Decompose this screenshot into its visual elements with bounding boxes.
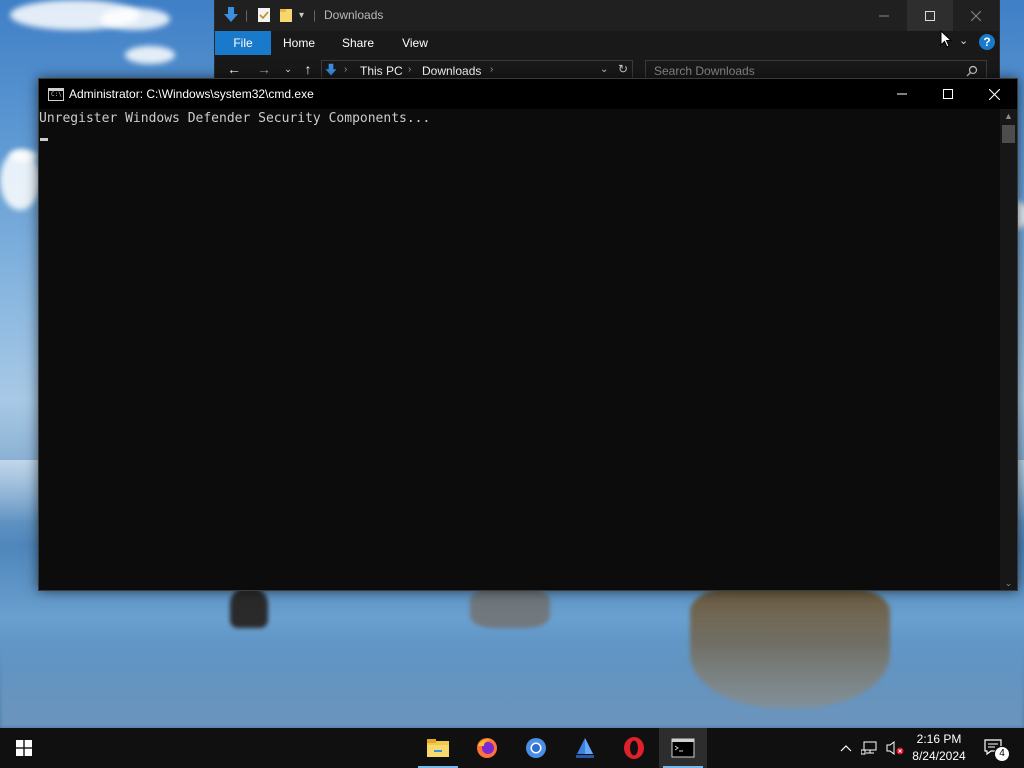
text-cursor — [40, 138, 48, 141]
command-prompt-window: C:\ Administrator: C:\Windows\system32\c… — [38, 78, 1018, 591]
show-hidden-icons-chevron-up-icon[interactable] — [836, 728, 856, 768]
taskbar-firefox[interactable] — [463, 728, 511, 768]
close-button[interactable] — [953, 0, 999, 31]
notification-count-badge: 4 — [994, 746, 1010, 762]
mouse-pointer-icon — [940, 30, 952, 48]
opera-icon — [624, 737, 644, 759]
refresh-icon[interactable]: ↻ — [618, 62, 628, 76]
taskbar-opera[interactable] — [610, 728, 658, 768]
back-arrow-icon[interactable]: ← — [225, 61, 243, 77]
properties-icon[interactable] — [257, 6, 271, 24]
action-center-icon[interactable]: 4 — [980, 728, 1010, 768]
maximize-button[interactable] — [907, 0, 953, 31]
volume-muted-icon[interactable] — [884, 728, 906, 768]
taskbar-file-explorer[interactable] — [414, 728, 462, 768]
help-icon[interactable]: ? — [979, 34, 995, 50]
console-output[interactable]: Unregister Windows Defender Security Com… — [39, 109, 999, 590]
search-icon — [966, 65, 978, 77]
breadcrumb-separator: › — [344, 64, 348, 75]
network-icon[interactable] — [858, 728, 882, 768]
clock-time: 2:16 PM — [916, 732, 962, 746]
file-explorer-icon — [427, 739, 449, 757]
downloads-folder-icon — [223, 6, 239, 24]
windows-logo-icon — [16, 740, 32, 756]
customize-quick-access-icon[interactable]: ▾ — [299, 6, 304, 24]
tab-file[interactable]: File — [215, 31, 271, 55]
toolbar-divider: | — [313, 8, 317, 22]
taskbar-sailboat-app[interactable] — [561, 728, 609, 768]
maximize-button[interactable] — [925, 79, 971, 109]
firefox-icon — [477, 738, 497, 758]
address-dropdown-icon[interactable]: ⌄ — [600, 64, 608, 75]
taskbar: 2:16 PM 8/24/2024 4 — [0, 728, 1024, 768]
minimize-button[interactable] — [879, 79, 925, 109]
sailboat-app-icon — [576, 738, 594, 758]
tab-view[interactable]: View — [389, 31, 441, 55]
up-arrow-icon[interactable]: ↑ — [299, 61, 317, 77]
taskbar-chrome[interactable] — [512, 728, 560, 768]
tab-home[interactable]: Home — [273, 31, 325, 55]
command-prompt-icon — [671, 738, 695, 758]
new-folder-icon[interactable] — [279, 6, 293, 24]
scroll-up-icon[interactable]: ▲ — [1000, 109, 1017, 123]
breadcrumb-separator: › — [408, 64, 412, 75]
console-output-line: Unregister Windows Defender Security Com… — [39, 111, 431, 126]
file-explorer-window: | ▾ | Downloads File Home Share View ⌄ ?… — [214, 0, 1000, 83]
search-placeholder: Search Downloads — [654, 64, 755, 78]
minimize-button[interactable] — [861, 0, 907, 31]
cmd-window-title: Administrator: C:\Windows\system32\cmd.e… — [69, 87, 314, 101]
system-clock[interactable]: 2:16 PM 8/24/2024 — [904, 731, 974, 765]
breadcrumb-downloads[interactable]: Downloads — [422, 64, 481, 78]
toolbar-divider: | — [245, 8, 249, 22]
explorer-titlebar: | ▾ | Downloads — [215, 0, 999, 31]
vertical-scrollbar[interactable]: ▲ ⌄ — [1000, 109, 1017, 590]
clock-date: 8/24/2024 — [912, 749, 966, 763]
recent-locations-icon[interactable]: ⌄ — [279, 61, 297, 77]
explorer-window-title: Downloads — [324, 8, 384, 22]
scrollbar-thumb[interactable] — [1002, 125, 1015, 143]
breadcrumb-this-pc[interactable]: This PC — [360, 64, 403, 78]
ribbon-tabs: File Home Share View ⌄ ? — [215, 31, 999, 55]
expand-ribbon-icon[interactable]: ⌄ — [959, 34, 968, 47]
cmd-app-icon[interactable]: C:\ — [48, 88, 64, 101]
forward-arrow-icon[interactable]: → — [255, 61, 273, 77]
close-button[interactable] — [971, 79, 1017, 109]
chrome-icon — [526, 738, 546, 758]
breadcrumb-separator: › — [490, 64, 494, 75]
start-button[interactable] — [0, 728, 48, 768]
scroll-down-icon[interactable]: ⌄ — [1000, 576, 1017, 590]
cmd-titlebar[interactable]: C:\ Administrator: C:\Windows\system32\c… — [39, 79, 1017, 109]
tab-share[interactable]: Share — [331, 31, 385, 55]
taskbar-command-prompt[interactable] — [659, 728, 707, 768]
